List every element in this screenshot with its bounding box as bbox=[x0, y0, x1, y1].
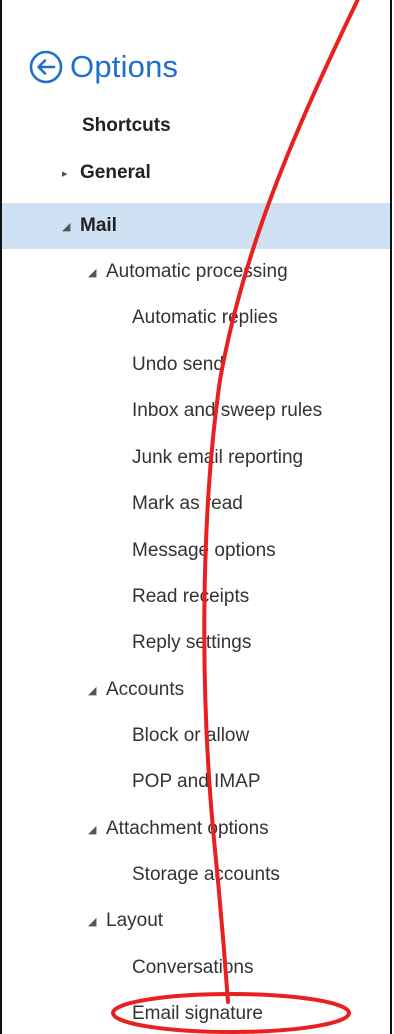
nav-item-label: Block or allow bbox=[132, 725, 250, 746]
nav-item-label: Mark as read bbox=[132, 493, 243, 514]
nav-item-label: Reply settings bbox=[132, 632, 252, 653]
nav-item-junk-email-reporting[interactable]: Junk email reporting bbox=[2, 435, 390, 481]
nav-item-label: Inbox and sweep rules bbox=[132, 400, 323, 421]
nav-item-accounts[interactable]: ◢ Accounts bbox=[2, 667, 390, 713]
nav-item-mark-as-read[interactable]: Mark as read bbox=[2, 481, 390, 527]
nav-item-storage-accounts[interactable]: Storage accounts bbox=[2, 852, 390, 898]
nav-item-general[interactable]: ▸ General bbox=[2, 150, 390, 196]
nav-item-pop-and-imap[interactable]: POP and IMAP bbox=[2, 759, 390, 805]
nav-item-undo-send[interactable]: Undo send bbox=[2, 342, 390, 388]
nav-item-attachment-options[interactable]: ◢ Attachment options bbox=[2, 806, 390, 852]
nav-item-label: Junk email reporting bbox=[132, 447, 304, 468]
collapse-arrow-icon[interactable]: ◢ bbox=[88, 823, 106, 836]
nav-item-label: Message options bbox=[132, 540, 276, 561]
nav-item-email-signature[interactable]: Email signature bbox=[2, 991, 390, 1034]
nav-item-layout[interactable]: ◢ Layout bbox=[2, 898, 390, 944]
back-arrow-icon[interactable] bbox=[28, 49, 64, 85]
nav-item-label: Conversations bbox=[132, 957, 254, 978]
nav-item-label: Storage accounts bbox=[132, 864, 280, 885]
nav-item-label: POP and IMAP bbox=[132, 771, 261, 792]
nav-item-conversations[interactable]: Conversations bbox=[2, 945, 390, 991]
nav-item-label: Automatic processing bbox=[106, 261, 288, 282]
nav-item-label: Automatic replies bbox=[132, 307, 278, 328]
nav-item-block-or-allow[interactable]: Block or allow bbox=[2, 713, 390, 759]
nav-item-label: Email signature bbox=[132, 1003, 263, 1024]
collapse-arrow-icon[interactable]: ◢ bbox=[88, 915, 106, 928]
nav-item-inbox-sweep-rules[interactable]: Inbox and sweep rules bbox=[2, 388, 390, 434]
nav-item-automatic-replies[interactable]: Automatic replies bbox=[2, 295, 390, 341]
collapse-arrow-icon[interactable]: ◢ bbox=[88, 266, 106, 279]
expand-arrow-icon[interactable]: ▸ bbox=[62, 167, 80, 180]
nav-item-label: Layout bbox=[106, 910, 164, 931]
nav-item-label: General bbox=[80, 162, 151, 183]
collapse-arrow-icon[interactable]: ◢ bbox=[88, 684, 106, 697]
nav-item-shortcuts[interactable]: Shortcuts bbox=[2, 103, 390, 149]
collapse-arrow-icon[interactable]: ◢ bbox=[62, 220, 80, 233]
options-header[interactable]: Options bbox=[28, 44, 178, 90]
page-title: Options bbox=[70, 49, 179, 84]
nav-item-read-receipts[interactable]: Read receipts bbox=[2, 574, 390, 620]
nav-item-mail[interactable]: ◢ Mail bbox=[2, 203, 390, 249]
nav-item-automatic-processing[interactable]: ◢ Automatic processing bbox=[2, 249, 390, 295]
nav-item-label: Read receipts bbox=[132, 586, 250, 607]
nav-item-label: Shortcuts bbox=[82, 115, 171, 136]
nav-item-label: Attachment options bbox=[106, 818, 269, 839]
options-panel: Options Shortcuts ▸ General ◢ Mail ◢ Aut… bbox=[0, 0, 392, 1034]
nav-item-message-options[interactable]: Message options bbox=[2, 528, 390, 574]
nav-item-reply-settings[interactable]: Reply settings bbox=[2, 620, 390, 666]
nav-item-label: Accounts bbox=[106, 679, 185, 700]
nav-item-label: Undo send bbox=[132, 354, 224, 375]
nav-item-label: Mail bbox=[80, 215, 117, 236]
